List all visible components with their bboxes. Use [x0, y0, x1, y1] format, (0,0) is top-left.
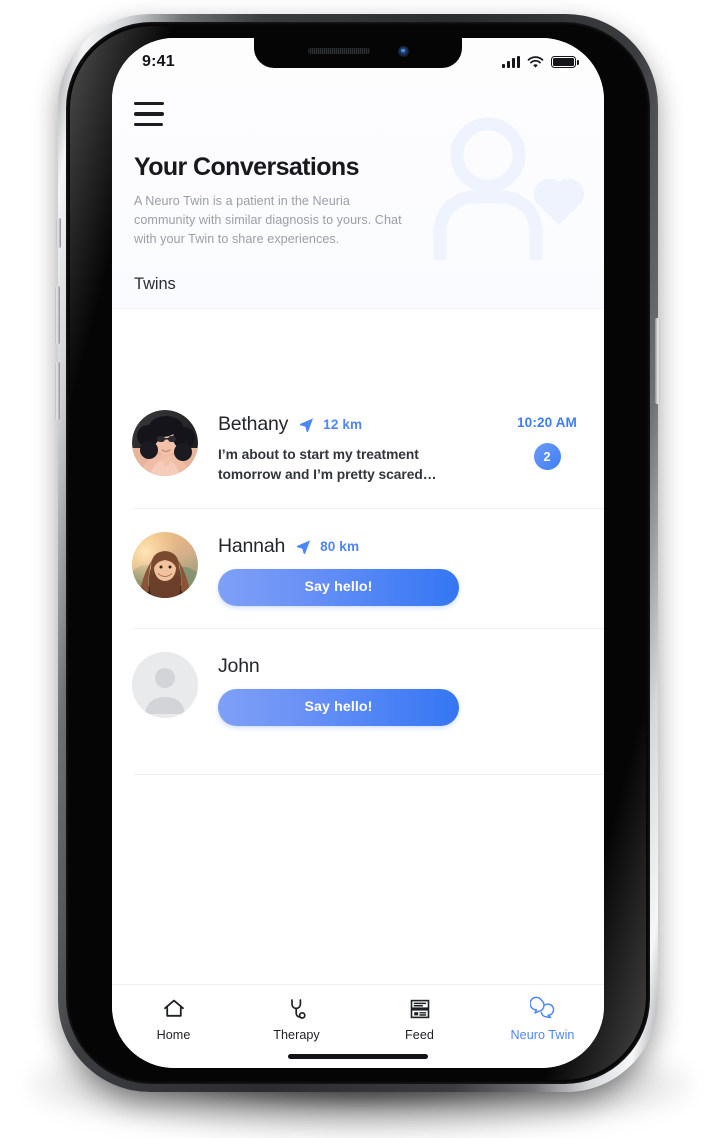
contact-name: Hannah: [218, 534, 286, 557]
status-indicators: [502, 55, 579, 69]
tab-neuro-twin[interactable]: Neuro Twin: [481, 996, 604, 1042]
volume-down-button[interactable]: [55, 362, 60, 420]
conversation-meta: 10:20 AM 2: [508, 410, 586, 470]
tab-feed[interactable]: Feed: [358, 996, 481, 1042]
status-time: 9:41: [142, 53, 175, 70]
page-description: A Neuro Twin is a patient in the Neuria …: [134, 193, 402, 246]
contact-distance: 12 km: [323, 417, 363, 432]
person-with-heart-icon: [433, 117, 585, 261]
conversation-head: Hannah 80 km: [218, 535, 586, 558]
device-notch: [254, 38, 462, 68]
conversation-row-bethany[interactable]: Bethany 12 km I’m about to start my trea…: [112, 386, 604, 508]
location-arrow-icon: [297, 540, 311, 554]
list-bottom-divider: [134, 774, 604, 775]
avatar: [132, 410, 198, 476]
tab-label: Therapy: [273, 1028, 320, 1042]
home-icon: [163, 999, 184, 1017]
cellular-signal-icon: [502, 56, 520, 68]
page-title: Your Conversations: [134, 153, 360, 182]
tab-home[interactable]: Home: [112, 996, 235, 1042]
avatar-photo-hannah: [132, 531, 198, 598]
contact-name: Bethany: [218, 413, 289, 435]
section-divider: [112, 308, 604, 310]
message-preview: I’m about to start my treatment tomorrow…: [218, 447, 437, 483]
front-camera-icon: [397, 45, 409, 57]
stethoscope-icon: [290, 999, 306, 1019]
avatar-photo-bethany: [132, 410, 198, 476]
avatar: [132, 651, 198, 718]
conversation-head: John: [218, 655, 586, 678]
section-label-twins: Twins: [134, 275, 176, 294]
say-hello-button[interactable]: Say hello!: [218, 568, 459, 606]
unread-badge: 2: [533, 443, 561, 470]
conversation-head: Bethany 12 km: [218, 413, 508, 436]
say-hello-button[interactable]: Say hello!: [218, 688, 459, 726]
conversation-body: Bethany 12 km I’m about to start my trea…: [218, 410, 508, 486]
conversation-body: Hannah 80 km Say hello!: [218, 532, 586, 606]
earpiece-speaker-icon: [307, 48, 370, 54]
power-button[interactable]: [655, 318, 660, 404]
wifi-icon: [527, 55, 544, 68]
tab-label: Neuro Twin: [510, 1028, 575, 1042]
mute-switch[interactable]: [56, 218, 61, 248]
contact-name: John: [218, 654, 260, 677]
hamburger-menu-icon[interactable]: [134, 102, 164, 127]
phone-mockup-stage: 9:41 Your Conversations A Neuro Twin is …: [0, 0, 714, 1138]
conversation-row-john[interactable]: John Say hello!: [112, 627, 604, 748]
battery-full-icon: [551, 56, 579, 68]
conversation-row-hannah[interactable]: Hannah 80 km Say hello!: [112, 507, 604, 628]
article-list-icon: [410, 999, 429, 1019]
chat-bubbles-icon: [529, 996, 554, 1019]
volume-up-button[interactable]: [55, 286, 60, 344]
location-arrow-icon: [300, 418, 314, 432]
home-indicator[interactable]: [288, 1054, 428, 1059]
conversation-body: John Say hello!: [218, 652, 586, 726]
app-header: Your Conversations A Neuro Twin is a pat…: [112, 84, 604, 310]
conversation-list: Bethany 12 km I’m about to start my trea…: [112, 386, 604, 984]
contact-distance: 80 km: [320, 538, 360, 554]
tab-label: Home: [156, 1028, 191, 1042]
tab-label: Feed: [405, 1028, 434, 1042]
phone-screen: 9:41 Your Conversations A Neuro Twin is …: [112, 38, 604, 1068]
tab-therapy[interactable]: Therapy: [235, 996, 358, 1042]
avatar: [132, 531, 198, 598]
avatar-placeholder-person-icon: [132, 651, 198, 718]
message-time: 10:20 AM: [517, 415, 577, 430]
hero-section: Your Conversations A Neuro Twin is a pat…: [112, 117, 604, 261]
